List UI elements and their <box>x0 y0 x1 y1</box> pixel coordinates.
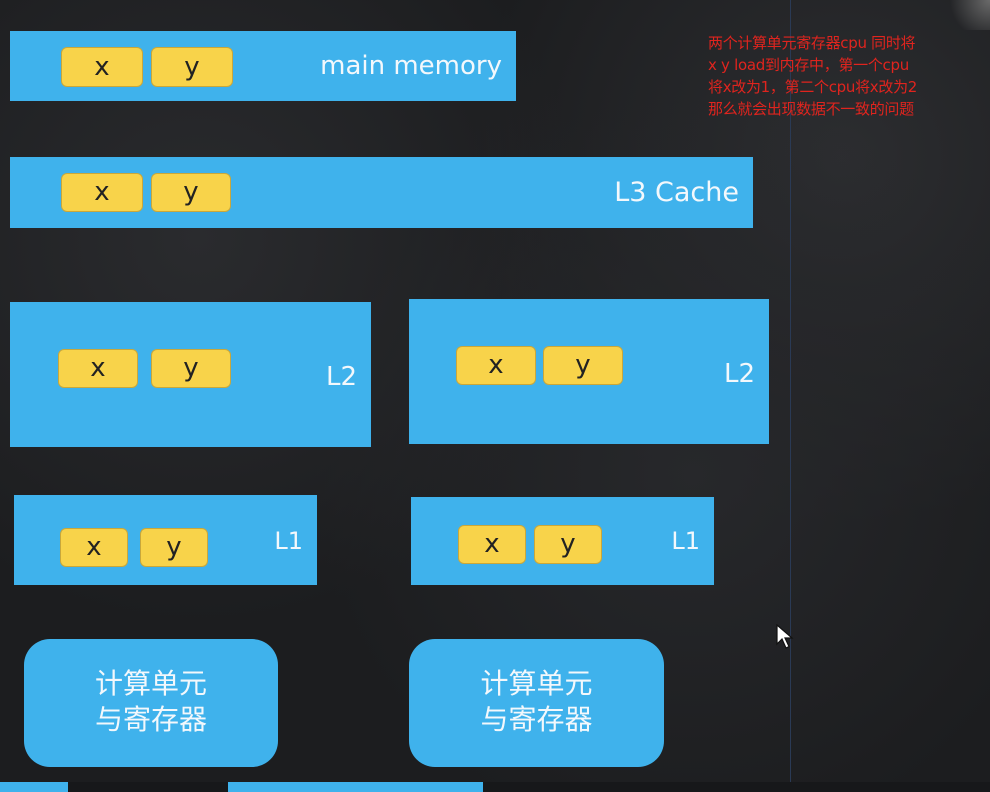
annotation-line-2: x y load到内存中，第一个cpu <box>708 56 909 74</box>
l1-right-label: L1 <box>671 527 700 555</box>
l2-right-label: L2 <box>723 359 755 389</box>
l2-right-block: x y L2 <box>409 299 769 444</box>
l1-right-block: x y L1 <box>411 497 714 585</box>
annotation-line-1: 两个计算单元寄存器cpu 同时将 <box>708 34 916 52</box>
annotation-line-4: 那么就会出现数据不一致的问题 <box>708 100 914 118</box>
compute-unit-right-line2: 与寄存器 <box>480 703 593 737</box>
l1-left-block: x y L1 <box>14 495 317 585</box>
main-memory-var-y: y <box>151 47 233 87</box>
compute-unit-left-line1: 计算单元 <box>94 667 207 700</box>
corner-shade <box>950 0 990 30</box>
l3-cache-label: L3 Cache <box>614 177 739 208</box>
bottom-fragment-mid <box>228 782 483 792</box>
l2-left-label: L2 <box>325 362 357 392</box>
slide-canvas: x y main memory x y L3 Cache x y L2 x y … <box>0 0 990 792</box>
l2-left-var-x: x <box>58 349 138 388</box>
l1-left-var-x: x <box>60 528 128 567</box>
l3-cache-var-y: y <box>151 173 231 212</box>
l2-left-block: x y L2 <box>10 302 371 447</box>
l3-cache-var-x: x <box>61 173 143 212</box>
main-memory-label: main memory <box>320 51 502 81</box>
l1-left-label: L1 <box>274 527 303 555</box>
compute-unit-left-line2: 与寄存器 <box>94 703 207 737</box>
l2-right-var-y: y <box>543 346 623 385</box>
main-memory-var-x: x <box>61 47 143 87</box>
bottom-fragment-left <box>0 782 68 792</box>
compute-unit-left: 计算单元 与寄存器 <box>24 639 278 767</box>
l2-right-var-x: x <box>456 346 536 385</box>
l1-left-var-y: y <box>140 528 208 567</box>
mouse-pointer-icon <box>776 624 794 649</box>
main-memory-block: x y main memory <box>10 31 516 101</box>
annotation-note: 两个计算单元寄存器cpu 同时将 x y load到内存中，第一个cpu 将x改… <box>708 32 978 120</box>
compute-unit-right: 计算单元 与寄存器 <box>409 639 664 767</box>
l1-right-var-y: y <box>534 525 602 564</box>
compute-unit-right-line1: 计算单元 <box>480 667 593 700</box>
annotation-line-3: 将x改为1，第二个cpu将x改为2 <box>708 78 918 96</box>
bottom-strip <box>0 782 990 792</box>
l1-right-var-x: x <box>458 525 526 564</box>
l2-left-var-y: y <box>151 349 231 388</box>
l3-cache-block: x y L3 Cache <box>10 157 753 228</box>
